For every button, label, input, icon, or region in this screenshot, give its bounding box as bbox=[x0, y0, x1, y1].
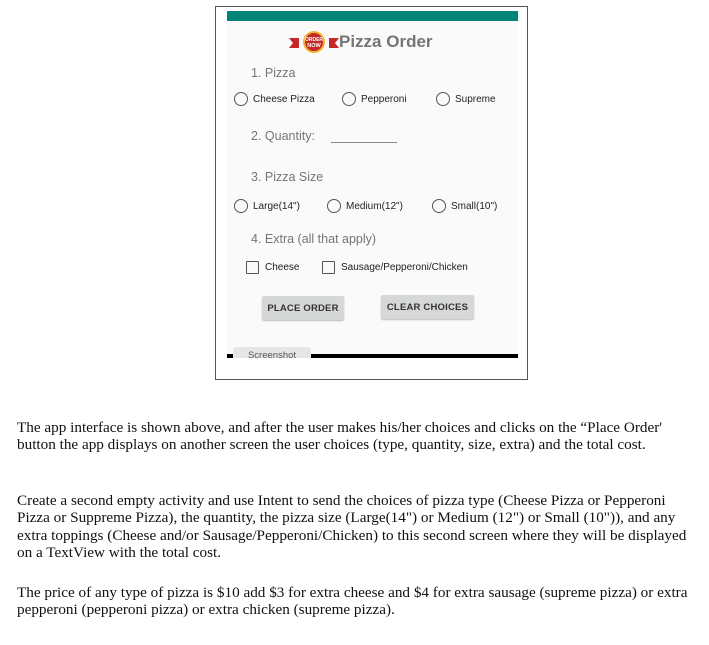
extra-checkbox-group: Cheese Sausage/Pepperoni/Chicken bbox=[227, 258, 518, 276]
extra-section-label: 4. Extra (all that apply) bbox=[251, 232, 377, 246]
paragraph-1: The app interface is shown above, and af… bbox=[17, 419, 663, 454]
radio-label: Supreme bbox=[455, 93, 496, 105]
phone-screen: ORDER NOW Pizza Order 1. Pizza Cheese Pi… bbox=[227, 11, 518, 358]
radio-label: Cheese Pizza bbox=[253, 93, 315, 105]
clear-choices-button[interactable]: CLEAR CHOICES bbox=[381, 295, 474, 319]
radio-button-icon[interactable] bbox=[234, 199, 248, 213]
radio-button-icon[interactable] bbox=[436, 92, 450, 106]
app-header: ORDER NOW Pizza Order bbox=[227, 27, 518, 57]
place-order-button[interactable]: PLACE ORDER bbox=[262, 296, 344, 320]
radio-label: Large(14") bbox=[253, 200, 300, 212]
radio-button-icon[interactable] bbox=[327, 199, 341, 213]
logo-text-line2: NOW bbox=[307, 43, 321, 49]
checkbox-label: Sausage/Pepperoni/Chicken bbox=[341, 261, 468, 273]
checkbox-label: Cheese bbox=[265, 261, 300, 273]
order-now-badge-icon: ORDER NOW bbox=[289, 31, 339, 53]
radio-button-icon[interactable] bbox=[432, 199, 446, 213]
radio-pepperoni[interactable]: Pepperoni bbox=[342, 90, 407, 108]
radio-cheese-pizza[interactable]: Cheese Pizza bbox=[234, 90, 315, 108]
radio-button-icon[interactable] bbox=[234, 92, 248, 106]
checkbox-sausage-pepperoni-chicken[interactable]: Sausage/Pepperoni/Chicken bbox=[322, 258, 468, 276]
paragraph-3: The price of any type of pizza is $10 ad… bbox=[17, 584, 688, 619]
radio-label: Medium(12") bbox=[346, 200, 403, 212]
size-radio-group: Large(14") Medium(12") Small(10") bbox=[227, 197, 518, 215]
radio-medium[interactable]: Medium(12") bbox=[327, 197, 403, 215]
checkbox-icon[interactable] bbox=[246, 260, 259, 274]
radio-small[interactable]: Small(10") bbox=[432, 197, 497, 215]
app-title: Pizza Order bbox=[339, 32, 433, 51]
screenshot-tab[interactable]: Screenshot bbox=[233, 347, 311, 358]
size-section-label: 3. Pizza Size bbox=[251, 170, 324, 184]
status-bar bbox=[227, 11, 518, 21]
app-screenshot-figure: ORDER NOW Pizza Order 1. Pizza Cheese Pi… bbox=[215, 6, 528, 380]
radio-button-icon[interactable] bbox=[342, 92, 356, 106]
radio-label: Small(10") bbox=[451, 200, 498, 212]
pizza-radio-group: Cheese Pizza Pepperoni Supreme bbox=[227, 90, 518, 108]
radio-label: Pepperoni bbox=[361, 93, 407, 105]
paragraph-2: Create a second empty activity and use I… bbox=[17, 492, 687, 561]
radio-supreme[interactable]: Supreme bbox=[436, 90, 496, 108]
pizza-section-label: 1. Pizza bbox=[251, 66, 296, 80]
checkbox-icon[interactable] bbox=[322, 260, 335, 274]
quantity-label: 2. Quantity: bbox=[251, 129, 315, 143]
quantity-input[interactable] bbox=[331, 129, 397, 143]
radio-large[interactable]: Large(14") bbox=[234, 197, 300, 215]
checkbox-cheese[interactable]: Cheese bbox=[246, 258, 299, 276]
